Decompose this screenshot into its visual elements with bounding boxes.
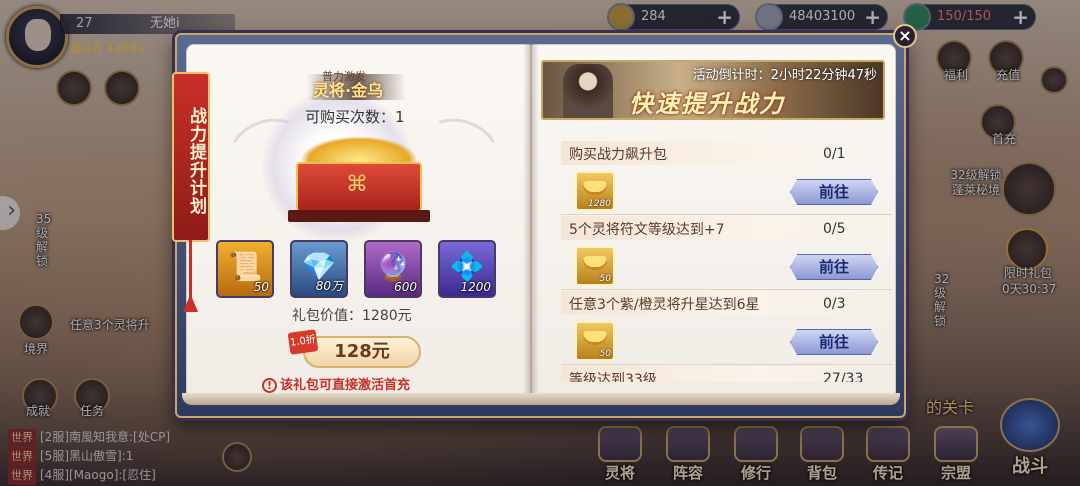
ingot-shape — [583, 181, 607, 195]
crystal-icon: 💠 — [449, 250, 485, 283]
chest-body — [296, 162, 422, 212]
task-name: 5个灵将符文等级达到+7 — [569, 222, 725, 238]
reward-item-scroll[interactable]: 📜 50 — [216, 240, 274, 298]
warning-icon: ! — [262, 378, 277, 393]
task-progress: 0/1 — [823, 146, 846, 162]
go-button[interactable]: 前往 — [790, 254, 878, 280]
close-button[interactable]: × — [893, 24, 917, 48]
purchase-count: 可购买次数：1 — [305, 108, 405, 126]
reward-count: 1280 — [588, 199, 611, 209]
hero-name: 灵将·金乌 — [313, 81, 384, 100]
reward-item-crystal[interactable]: 💠 1200 — [438, 240, 496, 298]
task-name: 任意3个紫/橙灵将升星达到6星 — [569, 297, 760, 313]
gold-ingot-reward-icon[interactable]: 50 — [575, 246, 615, 286]
orb-icon: 🔮 — [375, 250, 411, 283]
chest-base — [288, 210, 430, 222]
treasure-chest-icon — [288, 130, 430, 222]
task-row: 等级达到33级 27/33 — [561, 366, 892, 382]
task-progress: 0/3 — [823, 296, 846, 312]
ingot-shape — [583, 256, 607, 270]
banner-tassel — [189, 240, 192, 310]
notice-text: 该礼包可直接激活首充 — [280, 378, 411, 393]
reward-count: 50 — [599, 349, 611, 359]
book-spine — [523, 44, 539, 400]
event-title: 快速提升战力 — [629, 90, 785, 118]
event-countdown: 活动倒计时：2小时22分钟47秒 — [692, 68, 877, 83]
scroll-icon: 📜 — [227, 250, 263, 283]
task-name: 购买战力飙升包 — [569, 147, 667, 163]
item-count: 80万 — [315, 279, 343, 293]
task-progress: 0/5 — [823, 221, 846, 237]
pack-value: 礼包价值：1280元 — [292, 308, 412, 324]
gold-ingot-reward-icon[interactable]: 1280 — [575, 171, 615, 211]
go-button[interactable]: 前往 — [790, 329, 878, 355]
item-count: 50 — [253, 280, 269, 294]
task-divider — [561, 364, 892, 365]
task-row: 购买战力飙升包 0/1 1280 前往 — [561, 141, 892, 215]
plan-banner: 战力提升计划 — [172, 72, 210, 242]
task-divider — [561, 214, 892, 215]
ingot-shape — [583, 331, 607, 345]
task-row: 5个灵将符文等级达到+7 0/5 50 前往 — [561, 216, 892, 290]
reward-item-ore[interactable]: 💎 80万 — [290, 240, 348, 298]
reward-count: 50 — [599, 274, 611, 284]
first-recharge-notice: ! 该礼包可直接激活首充 — [262, 374, 410, 393]
task-progress: 27/33 — [823, 371, 864, 382]
reward-item-orb[interactable]: 🔮 600 — [364, 240, 422, 298]
gold-ingot-reward-icon[interactable]: 50 — [575, 321, 615, 361]
go-button[interactable]: 前往 — [790, 179, 878, 205]
event-banner: 活动倒计时：2小时22分钟47秒 快速提升战力 — [541, 60, 885, 120]
discount-badge: 1.0折 — [287, 329, 319, 355]
item-count: 600 — [394, 280, 417, 294]
buy-price-button[interactable]: 128元 — [303, 336, 421, 368]
hero-portrait-icon — [563, 64, 613, 118]
item-count: 1200 — [460, 280, 491, 294]
task-row: 任意3个紫/橙灵将升星达到6星 0/3 50 前往 — [561, 291, 892, 365]
task-name: 等级达到33级 — [569, 372, 657, 382]
task-divider — [561, 289, 892, 290]
book-edge — [182, 393, 900, 405]
